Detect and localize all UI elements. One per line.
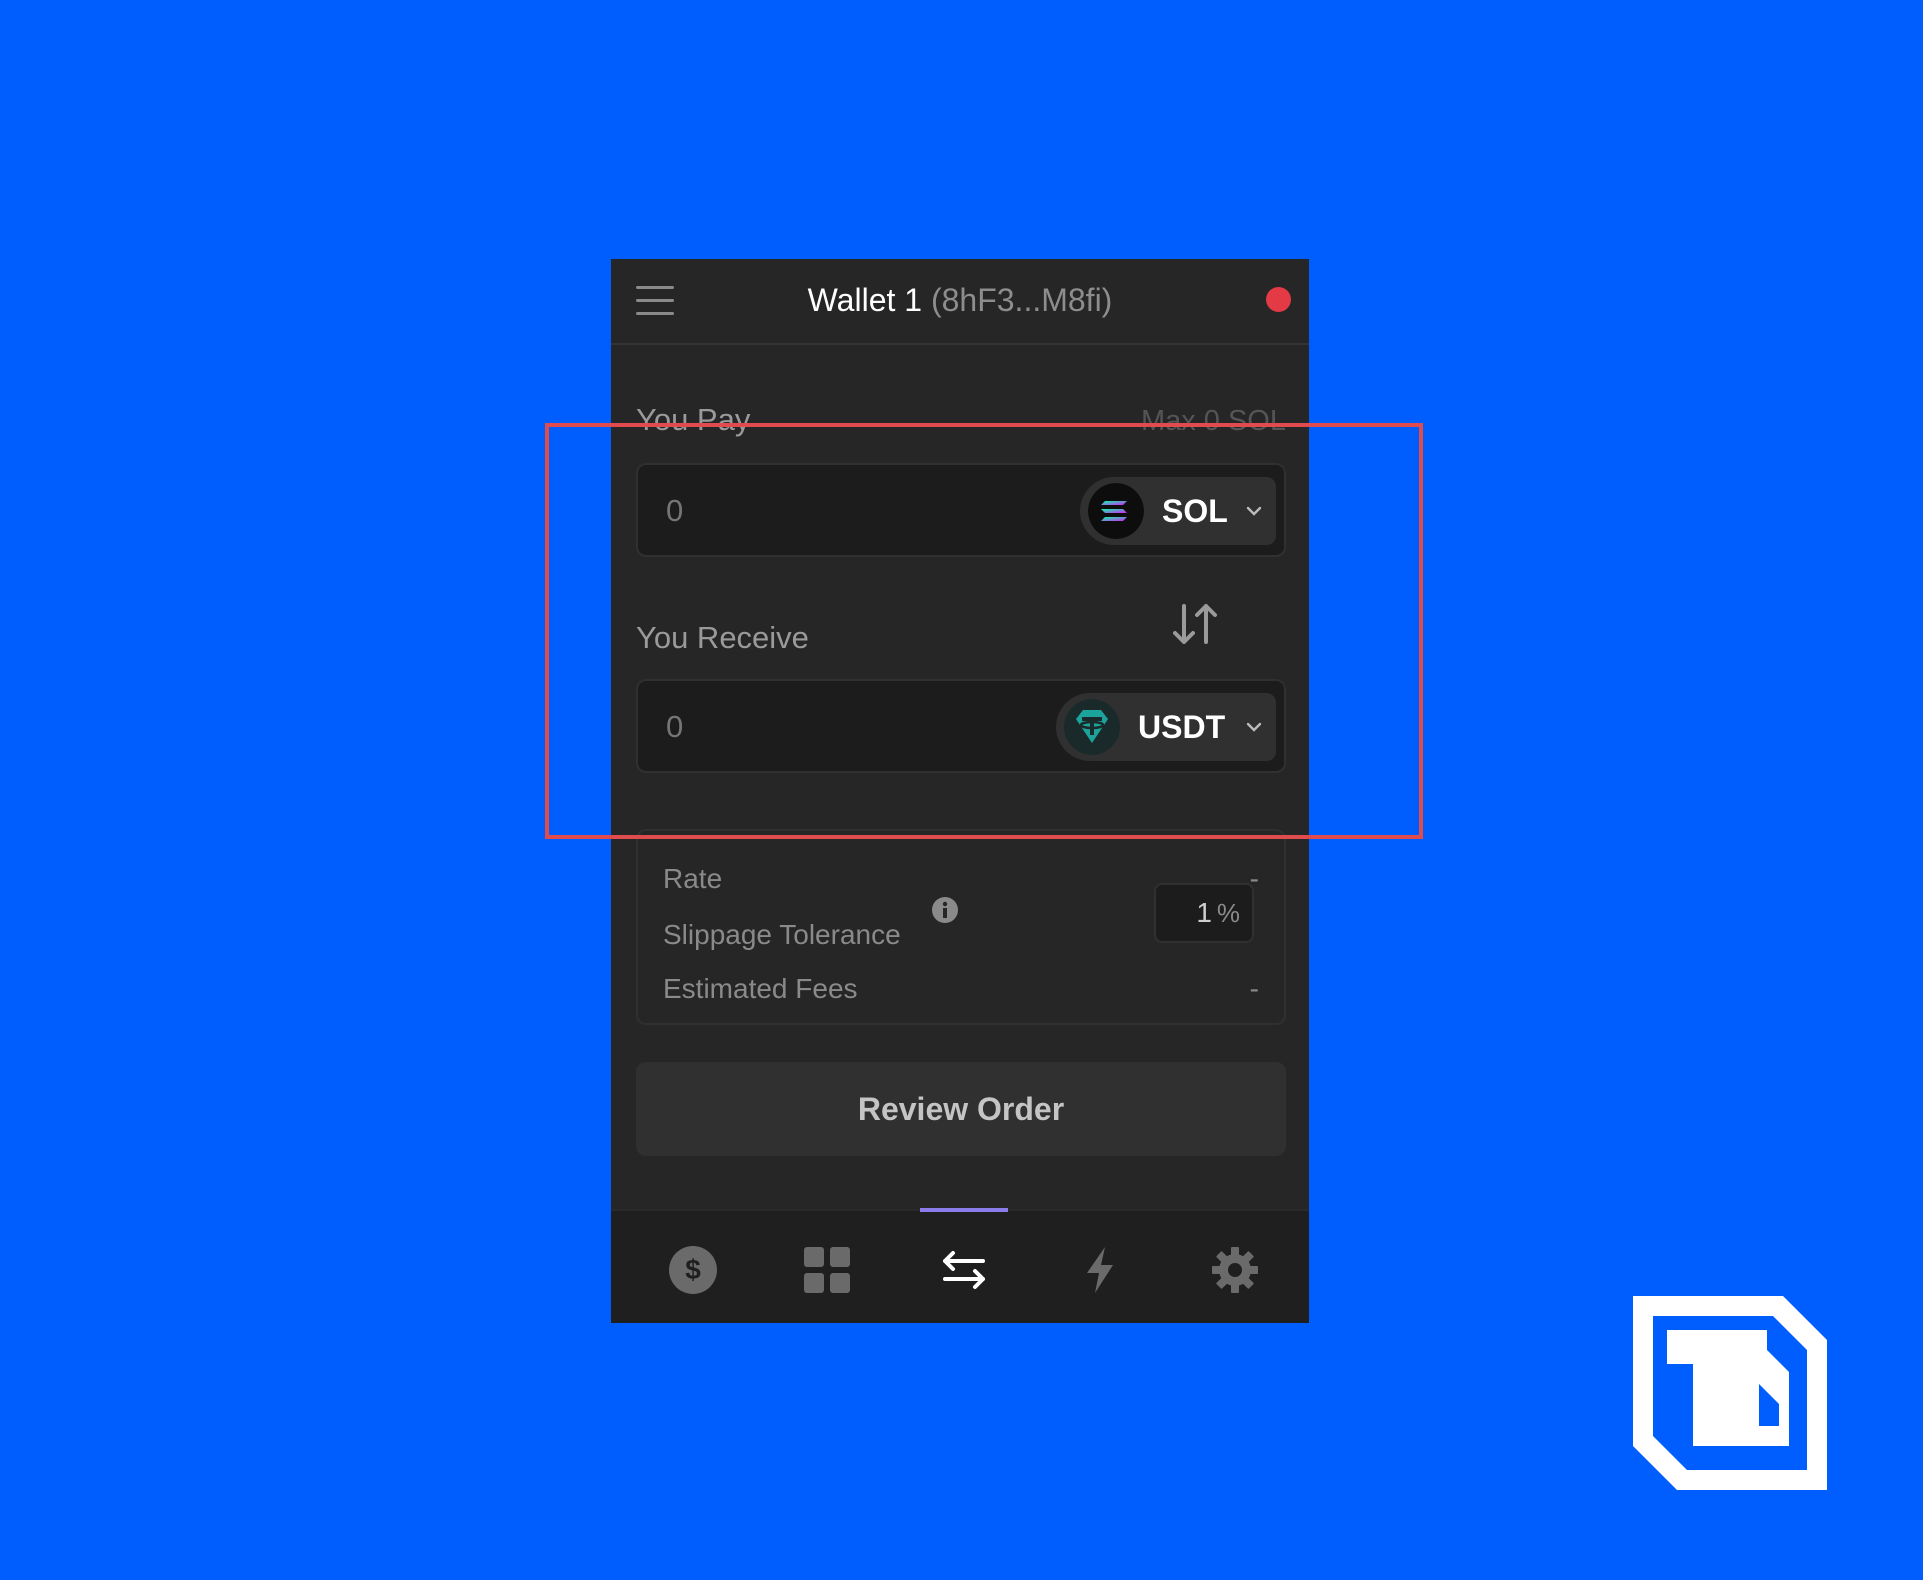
you-receive-label: You Receive: [636, 620, 809, 655]
wallet-header: Wallet 1 (8hF3...M8fi): [611, 259, 1309, 345]
receive-token-select[interactable]: USDT: [1056, 693, 1276, 761]
slippage-input[interactable]: 1 %: [1154, 883, 1254, 943]
info-icon[interactable]: [931, 896, 959, 924]
pay-amount-field: SOL: [636, 463, 1286, 557]
pay-token-select[interactable]: SOL: [1080, 477, 1276, 545]
max-balance-label[interactable]: Max 0 SOL: [1141, 405, 1286, 438]
wallet-name: Wallet 1: [807, 282, 923, 318]
wallet-panel: Wallet 1 (8hF3...M8fi) You Pay Max 0 SOL…: [611, 259, 1309, 1323]
receive-token-symbol: USDT: [1138, 709, 1226, 745]
fees-label: Estimated Fees: [663, 973, 858, 1004]
connection-status-dot[interactable]: [1266, 287, 1291, 312]
slippage-unit: %: [1216, 898, 1240, 928]
order-details: Rate - Slippage Tolerance 1 % Estimated …: [636, 829, 1286, 1025]
receive-amount-field: USDT: [636, 679, 1286, 773]
tab-activity[interactable]: [1045, 1213, 1155, 1323]
chevron-down-icon: [1246, 722, 1262, 732]
pay-token-symbol: SOL: [1162, 493, 1228, 529]
swap-icon: [943, 1251, 985, 1289]
tab-balances[interactable]: $: [638, 1213, 748, 1323]
pay-amount-input[interactable]: [664, 465, 1048, 557]
dollar-icon: $: [669, 1246, 717, 1294]
wallet-title[interactable]: Wallet 1 (8hF3...M8fi): [611, 259, 1309, 343]
tab-settings[interactable]: [1180, 1213, 1290, 1323]
fees-value: -: [1249, 973, 1259, 1004]
chevron-down-icon: [1246, 506, 1262, 516]
receive-amount-input[interactable]: [664, 681, 1048, 773]
active-tab-indicator: [920, 1208, 1008, 1212]
menu-icon[interactable]: [636, 286, 674, 316]
rate-label: Rate: [663, 863, 723, 894]
bottom-tab-bar: $: [611, 1209, 1309, 1323]
gear-icon: [1212, 1247, 1258, 1293]
wallet-address: (8hF3...M8fi): [930, 282, 1113, 318]
review-order-button[interactable]: Review Order: [636, 1062, 1286, 1156]
tab-collectibles[interactable]: [772, 1213, 882, 1323]
you-pay-label: You Pay: [636, 402, 751, 437]
grid-icon: [804, 1247, 850, 1293]
swap-direction-icon[interactable]: [1168, 596, 1224, 652]
lightning-icon: [1087, 1247, 1113, 1293]
slippage-label: Slippage Tolerance: [663, 919, 901, 950]
slippage-value: 1: [1196, 897, 1212, 928]
usdt-token-icon: [1064, 699, 1120, 755]
sol-token-icon: [1088, 483, 1144, 539]
svg-text:$: $: [685, 1254, 701, 1285]
brand-logo: [1633, 1296, 1827, 1490]
tab-swap[interactable]: [909, 1213, 1019, 1323]
